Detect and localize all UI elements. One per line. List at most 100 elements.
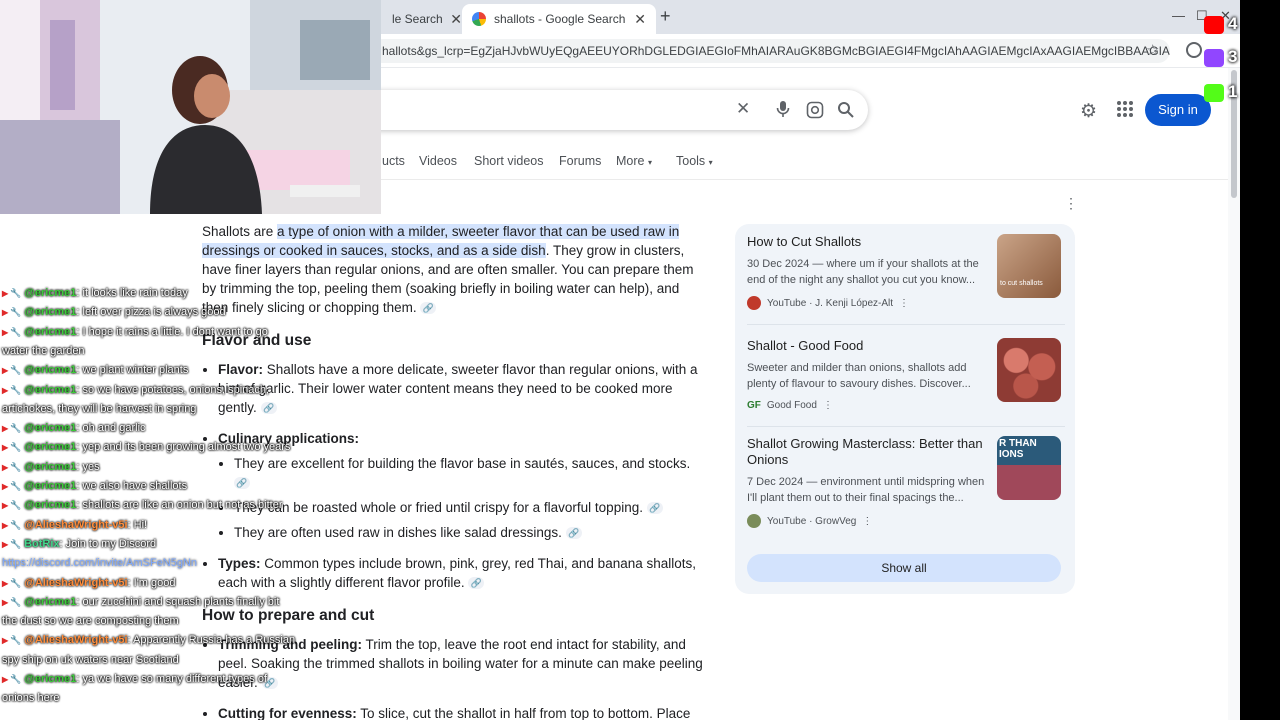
- voice-search-icon[interactable]: [776, 100, 790, 123]
- more-options-icon[interactable]: ⋮: [862, 516, 872, 527]
- more-options-icon[interactable]: ⋮: [1064, 195, 1078, 212]
- tab-videos[interactable]: Videos: [419, 154, 457, 168]
- close-tab-icon[interactable]: ✕: [450, 11, 462, 28]
- chat-username: @ericme1: [24, 499, 77, 511]
- chat-message: ▶ 🔧 @ericme1: yep and its been growing a…: [2, 440, 290, 455]
- tab-products[interactable]: ucts: [382, 154, 405, 168]
- tab-title: shallots - Google Search: [494, 12, 626, 26]
- wrench-badge-icon: 🔧: [10, 288, 25, 298]
- chat-text: artichokes, they will be harvest in spri…: [2, 403, 197, 415]
- google-apps-icon[interactable]: [1117, 101, 1133, 117]
- source-name: YouTube · J. Kenji López-Alt: [767, 297, 894, 309]
- good-food-logo-icon: GF: [747, 400, 761, 411]
- chat-text: : Apparently Russia has a Russian: [127, 634, 296, 646]
- bookmark-star-icon[interactable]: ☆: [1146, 41, 1159, 59]
- tab-more[interactable]: More ▾: [616, 154, 652, 168]
- new-tab-icon[interactable]: +: [660, 6, 671, 27]
- chat-text: onions here: [2, 692, 60, 704]
- chat-text: spy ship on uk waters near Scotland: [2, 654, 179, 666]
- chat-link[interactable]: https://discord.com/invite/AmSFeN5gNn: [2, 557, 197, 569]
- wrench-badge-icon: 🔧: [10, 635, 25, 645]
- chat-username: @ericme1: [24, 364, 77, 376]
- chat-message: ▶ 🔧 @ericme1: yes: [2, 460, 100, 475]
- search-icon[interactable]: [837, 101, 855, 124]
- source-name: Good Food: [766, 400, 817, 411]
- shallots-thumbnail[interactable]: [997, 338, 1061, 402]
- card-title[interactable]: Shallot - Good Food: [747, 338, 992, 354]
- close-tab-icon[interactable]: ✕: [634, 11, 646, 28]
- chat-username: @ericme1: [24, 673, 77, 685]
- source-card[interactable]: Shallot - Good Food Sweeter and milder t…: [747, 338, 1065, 411]
- wrench-badge-icon: 🔧: [10, 385, 25, 395]
- chat-text: : yes: [76, 461, 100, 473]
- more-options-icon[interactable]: ⋮: [823, 400, 833, 411]
- chat-text: : it looks like rain today: [76, 287, 188, 299]
- chat-username: @ericme1: [24, 441, 77, 453]
- chat-text: : Hi!: [127, 519, 148, 531]
- viewer-count: 3: [1228, 47, 1238, 66]
- wrench-badge-icon: 🔧: [10, 365, 25, 375]
- address-bar[interactable]: hallots&gs_lcrp=EgZjaHJvbWUyEQgAEEUYORhD…: [370, 39, 1170, 63]
- chat-username: @ericme1: [24, 287, 77, 299]
- chat-message: ▶ 🔧 @AlieshaWright-v5i: I'm good: [2, 576, 176, 591]
- show-all-button[interactable]: Show all: [747, 554, 1061, 582]
- source-link-icon[interactable]: 🔗: [468, 577, 485, 590]
- wrench-badge-icon: 🔧: [10, 520, 25, 530]
- wrench-badge-icon: 🔧: [10, 462, 25, 472]
- channel-avatar-icon: [747, 514, 761, 528]
- source-card[interactable]: How to Cut Shallots 30 Dec 2024 — where …: [747, 234, 1065, 310]
- chat-username: @ericme1: [24, 306, 77, 318]
- chat-text: water the garden: [2, 345, 85, 357]
- tools-label: Tools: [676, 154, 706, 168]
- chat-message: ▶ 🔧 @ericme1: left over pizza is always …: [2, 305, 226, 320]
- more-options-icon[interactable]: ⋮: [899, 298, 909, 309]
- source-card[interactable]: Shallot Growing Masterclass: Better than…: [747, 436, 1065, 528]
- chat-message: https://discord.com/invite/AmSFeN5gNn: [2, 556, 197, 570]
- card-title[interactable]: Shallot Growing Masterclass: Better than…: [747, 436, 992, 468]
- minimize-icon[interactable]: —: [1172, 8, 1185, 23]
- wrench-badge-icon: 🔧: [10, 442, 25, 452]
- chat-message: ▶ 🔧 @AlieshaWright-v5i: Apparently Russi…: [2, 633, 295, 648]
- chat-username: @ericme1: [24, 422, 77, 434]
- chat-text: : I hope it rains a little. I dont want …: [76, 326, 268, 338]
- source-link-icon[interactable]: 🔗: [646, 502, 663, 515]
- profile-icon[interactable]: [1186, 42, 1202, 58]
- card-title[interactable]: How to Cut Shallots: [747, 234, 992, 250]
- tab-title: le Search: [392, 12, 443, 26]
- chat-text: the dust so we are composting them: [2, 615, 179, 627]
- divider: [747, 324, 1065, 325]
- search-box[interactable]: ✕: [300, 90, 868, 130]
- video-thumbnail[interactable]: to cut shallots: [997, 234, 1061, 298]
- more-label: More: [616, 154, 645, 168]
- source-link-icon[interactable]: 🔗: [420, 302, 437, 315]
- wrench-badge-icon: 🔧: [10, 500, 25, 510]
- chat-text: : ya we have so many different types of: [76, 673, 267, 685]
- tab-tools[interactable]: Tools ▾: [676, 154, 713, 168]
- kick-viewer-count: 1: [1202, 82, 1240, 104]
- chat-message: ▶ 🔧 @ericme1: it looks like rain today: [2, 286, 188, 301]
- chat-message: onions here: [2, 691, 60, 705]
- chat-text: : so we have potatoes, onions, spinach,: [76, 384, 270, 396]
- source-link-icon[interactable]: 🔗: [565, 527, 582, 540]
- tab-forums[interactable]: Forums: [559, 154, 601, 168]
- chat-username: @AlieshaWright-v5i: [24, 634, 128, 646]
- card-source: YouTube · GrowVeg ⋮: [747, 514, 1065, 528]
- card-source: YouTube · J. Kenji López-Alt ⋮: [747, 296, 1065, 310]
- stream-chat: ▶ 🔧 @ericme1: it looks like rain today ▶ …: [0, 214, 340, 720]
- wrench-badge-icon: 🔧: [10, 327, 25, 337]
- clear-search-icon[interactable]: ✕: [736, 99, 750, 119]
- tab-short-videos[interactable]: Short videos: [474, 154, 543, 168]
- chat-text: : oh and garlic: [76, 422, 146, 434]
- chat-username: @ericme1: [24, 480, 77, 492]
- tab-shallots-search[interactable]: shallots - Google Search ✕: [462, 4, 656, 34]
- settings-gear-icon[interactable]: ⚙: [1080, 100, 1097, 123]
- chat-message: water the garden: [2, 344, 85, 358]
- twitch-viewer-count: 3: [1202, 47, 1240, 69]
- video-thumbnail[interactable]: R THAN IONS: [997, 436, 1061, 500]
- wrench-badge-icon: 🔧: [10, 307, 25, 317]
- viewer-count: 4: [1228, 14, 1238, 33]
- twitch-icon: [1204, 49, 1224, 67]
- channel-avatar-icon: [747, 296, 761, 310]
- lens-search-icon[interactable]: [806, 101, 824, 124]
- tab-google-search-previous[interactable]: le Search ✕: [382, 4, 472, 34]
